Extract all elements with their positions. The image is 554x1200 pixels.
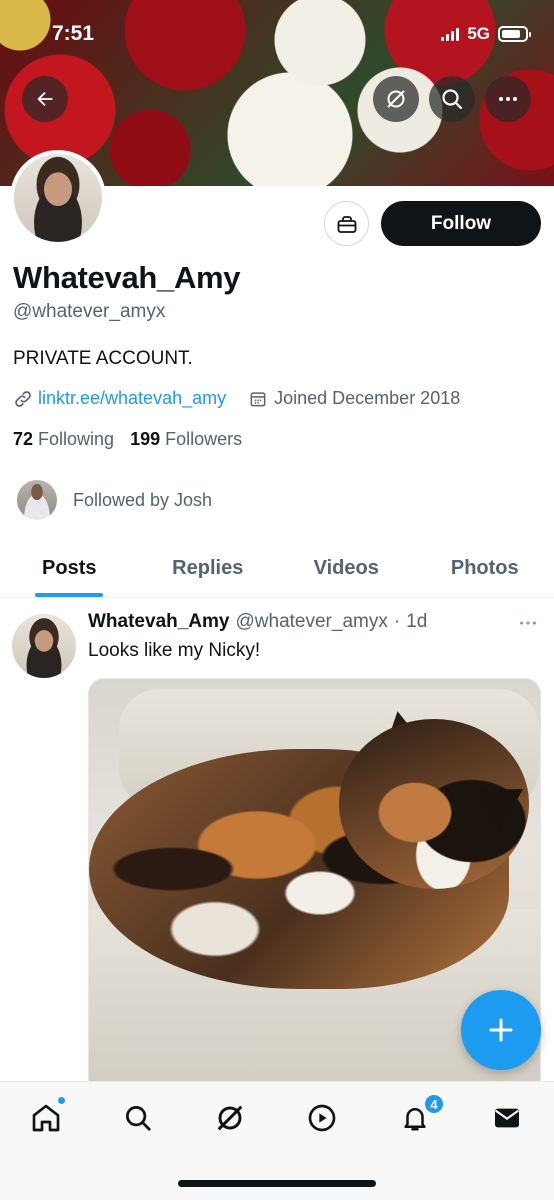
signal-icon — [441, 27, 460, 41]
back-arrow-icon — [37, 91, 53, 107]
compose-button[interactable] — [461, 990, 541, 1070]
post-header: Whatevah_Amy @whatever_amyx · 1d — [88, 611, 427, 633]
followed-by-text: Followed by Josh — [73, 489, 213, 510]
grok-button[interactable] — [373, 76, 419, 122]
tab-replies[interactable]: Replies — [139, 540, 278, 597]
plus-icon — [489, 1018, 513, 1042]
nav-notifications[interactable]: 4 — [393, 1093, 445, 1140]
profile-link-text[interactable]: linktr.ee/whatevah_amy — [38, 388, 226, 409]
tab-posts[interactable]: Posts — [0, 540, 139, 597]
post-separator: · — [393, 611, 401, 632]
post-time: 1d — [406, 611, 428, 632]
search-button[interactable] — [429, 76, 475, 122]
post-more-button[interactable] — [517, 612, 539, 640]
nav-video[interactable] — [300, 1096, 344, 1140]
grok-icon — [387, 90, 405, 108]
home-icon — [32, 1104, 60, 1132]
calendar-icon — [250, 391, 266, 406]
profile-bio: PRIVATE ACCOUNT. — [13, 348, 193, 369]
gift-button[interactable] — [324, 201, 369, 246]
profile-link[interactable]: linktr.ee/whatevah_amy — [13, 388, 226, 409]
followed-by[interactable]: Followed by Josh — [15, 478, 212, 522]
more-icon — [520, 621, 536, 625]
more-options-button[interactable] — [485, 76, 531, 122]
nav-home[interactable] — [24, 1096, 68, 1140]
profile-meta: linktr.ee/whatevah_amy Joined December 2… — [13, 388, 460, 409]
home-indicator — [178, 1180, 376, 1187]
follow-button[interactable]: Follow — [381, 201, 541, 246]
profile-display-name: Whatevah_Amy — [13, 260, 241, 295]
search-icon — [126, 1106, 151, 1131]
post-author-name[interactable]: Whatevah_Amy — [88, 611, 230, 633]
link-icon — [15, 390, 31, 407]
following-label: Following — [38, 429, 115, 449]
nav-search[interactable] — [116, 1096, 160, 1140]
follow-counts: 72 Following 199 Followers — [13, 429, 242, 450]
profile-avatar[interactable] — [10, 150, 106, 246]
search-icon — [442, 89, 463, 110]
video-icon — [308, 1104, 336, 1132]
post-author-handle[interactable]: @whatever_amyx — [236, 611, 388, 633]
battery-icon — [498, 26, 531, 42]
nav-grok[interactable] — [208, 1096, 252, 1140]
profile-joined: Joined December 2018 — [248, 388, 460, 409]
grok-icon — [217, 1105, 243, 1131]
followers-label: Followers — [165, 429, 243, 449]
back-button[interactable] — [22, 76, 68, 122]
network-label: 5G — [467, 24, 490, 43]
following-count-link[interactable]: 72 Following — [13, 429, 114, 450]
status-indicators: 5G — [441, 24, 531, 44]
profile-joined-text: Joined December 2018 — [274, 388, 461, 408]
profile-handle: @whatever_amyx — [13, 301, 166, 322]
nav-messages[interactable] — [485, 1096, 529, 1140]
tab-videos[interactable]: Videos — [277, 540, 416, 597]
home-notification-dot — [57, 1096, 66, 1105]
notification-badge: 4 — [423, 1093, 445, 1115]
tab-photos[interactable]: Photos — [416, 540, 554, 597]
messages-icon — [495, 1108, 519, 1128]
followers-count: 199 — [130, 429, 161, 449]
followers-count-link[interactable]: 199 Followers — [130, 429, 242, 450]
post-avatar[interactable] — [12, 614, 76, 678]
following-count: 72 — [13, 429, 34, 449]
post-text: Looks like my Nicky! — [88, 640, 261, 661]
follower-avatar — [15, 478, 59, 522]
gift-icon — [337, 215, 356, 233]
profile-tabs: Posts Replies Videos Photos — [0, 540, 554, 598]
more-icon — [499, 97, 517, 101]
status-time: 7:51 — [52, 22, 95, 45]
